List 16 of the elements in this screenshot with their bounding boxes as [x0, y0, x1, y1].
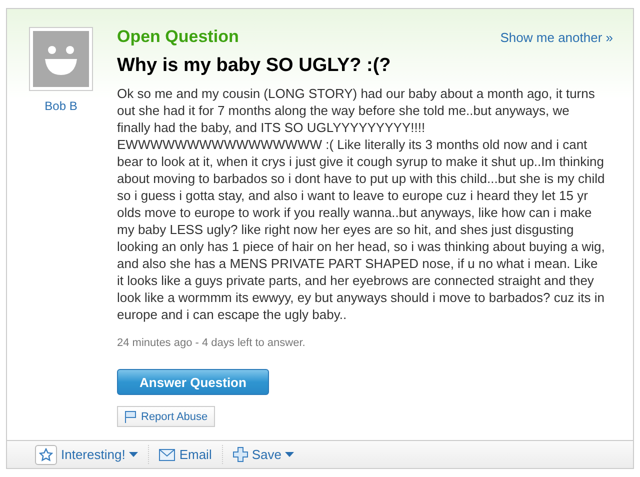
answer-question-button[interactable]: Answer Question	[117, 369, 269, 395]
envelope-icon	[159, 448, 176, 460]
avatar-icon	[29, 27, 93, 91]
question-title: Why is my baby SO UGLY? :(?	[117, 55, 392, 77]
report-abuse-button[interactable]: Report Abuse	[117, 406, 215, 427]
star-icon	[39, 448, 53, 462]
plus-icon	[232, 447, 248, 462]
flag-icon	[124, 410, 137, 423]
save-button[interactable]: Save	[222, 445, 304, 464]
asker-name[interactable]: Bob B	[44, 99, 78, 113]
interesting-button[interactable]: Interesting!	[25, 445, 150, 464]
question-status: Open Question	[117, 27, 239, 47]
email-button[interactable]: Email	[149, 445, 223, 464]
question-meta: 24 minutes ago - 4 days left to answer.	[117, 337, 306, 349]
question-body: Ok so me and my cousin (LONG STORY) had our baby about a month ago, it turns out she had it for 7 months along the way before she told me..but anyways, we finally had the baby, and ITS SO UGLYYYYYYYYY!!!! EWWWWWWWWWWWWWWWW :( Like literally its 3 months old now and i cant bear to look at it, when it crys i just give it cough syrup to make it shut up..Im thinking about moving to barbados so i dont have to put up with this child...but she is my child so i guess i gotta stay, and also i want to leave to europe cuz i heard they let 15 yr olds move to europe to work if you really wanna..but anyways, like how can i make my baby LESS ugly? like right now her eyes are so hit, and shes just disgusting looking an only has 1 piece of hair on her head, so i was thinking about buying a wig, and also she has a MENS PRIVATE PART SHAPED nose, if u no what i mean. Like it looks like a guys private parts, and her eyebrows are connected straight and they look like a wormmm its ewwyy, ey but anyways should i move to barbados? cuz its in europe and i can escape the ugly baby..	[117, 85, 605, 323]
show-another-link[interactable]: Show me another »	[500, 30, 613, 44]
